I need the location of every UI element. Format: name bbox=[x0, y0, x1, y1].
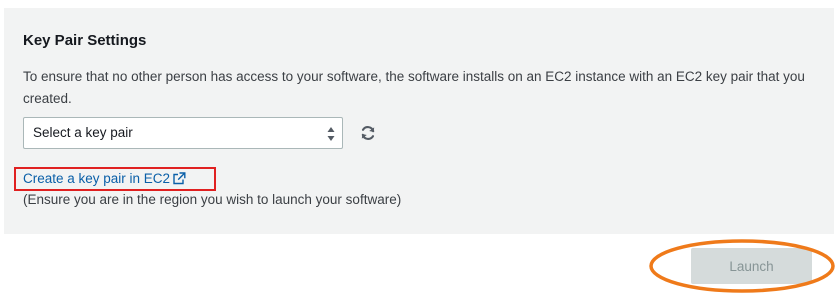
region-note: (Ensure you are in the region you wish t… bbox=[23, 192, 402, 207]
panel-title: Key Pair Settings bbox=[23, 32, 147, 49]
create-key-pair-link-label: Create a key pair in EC2 bbox=[23, 171, 171, 186]
create-key-pair-link[interactable]: Create a key pair in EC2 bbox=[23, 171, 186, 188]
key-pair-settings-panel: Key Pair Settings To ensure that no othe… bbox=[4, 8, 834, 234]
refresh-icon[interactable] bbox=[358, 123, 378, 143]
launch-button[interactable]: Launch bbox=[691, 248, 812, 284]
key-pair-select[interactable]: Select a key pair bbox=[23, 117, 343, 149]
page: Key Pair Settings To ensure that no othe… bbox=[0, 0, 839, 300]
external-link-icon bbox=[172, 172, 186, 188]
updown-arrows-icon bbox=[326, 124, 336, 144]
key-pair-select-value: Select a key pair bbox=[33, 125, 133, 140]
panel-description: To ensure that no other person has acces… bbox=[23, 69, 805, 106]
